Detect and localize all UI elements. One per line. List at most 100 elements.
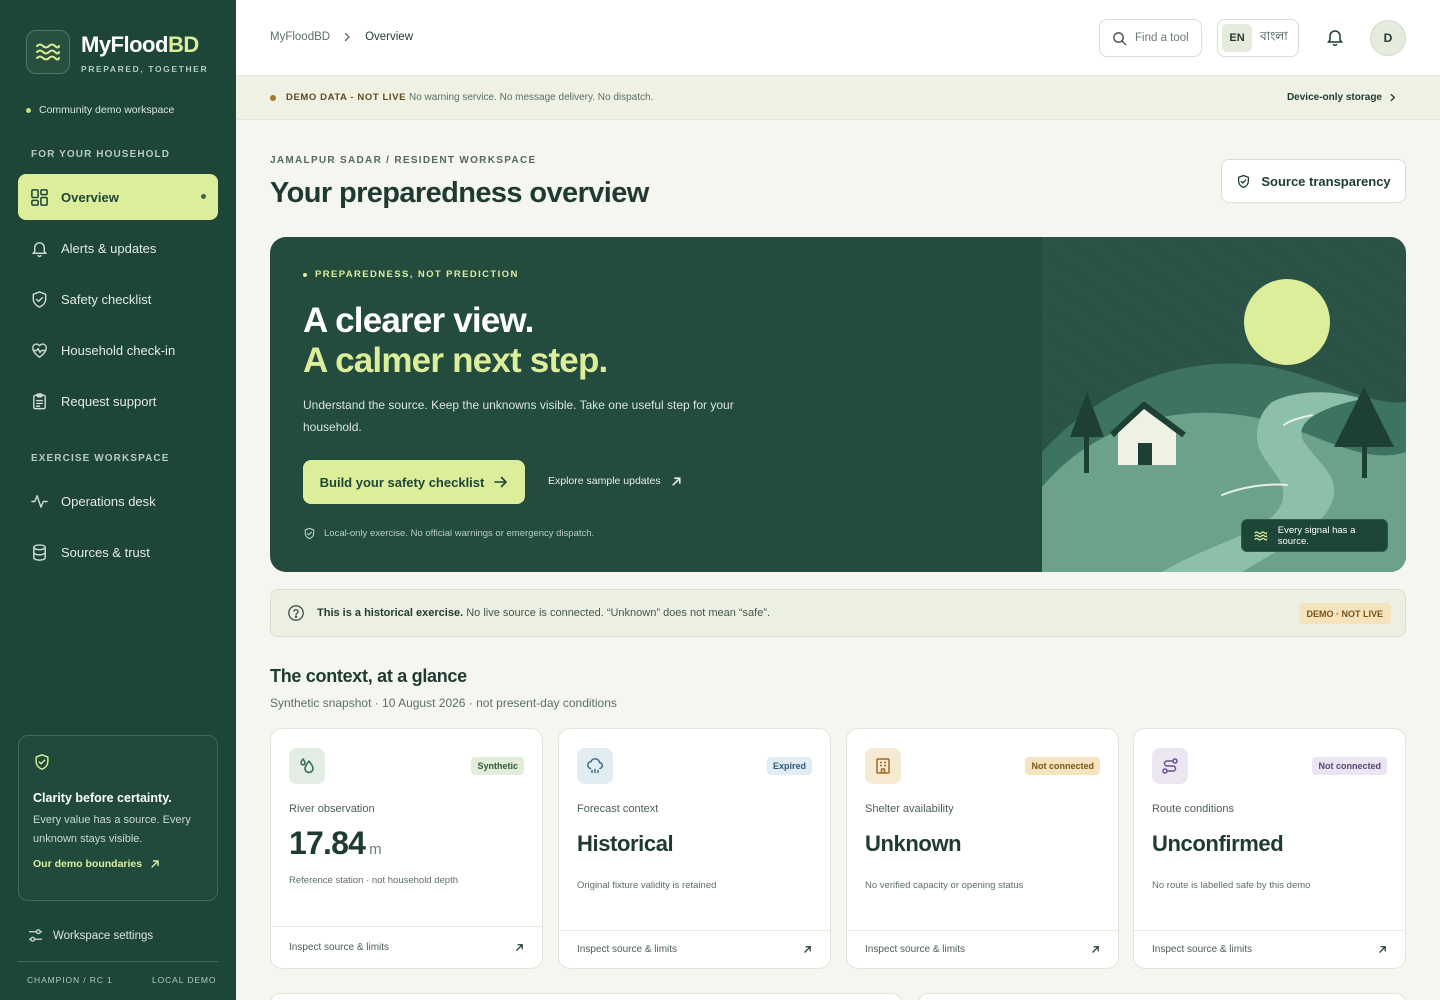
hero-eyebrow: PREPAREDNESS, NOT PREDICTION bbox=[303, 269, 519, 280]
section-exercise: EXERCISE WORKSPACE bbox=[31, 453, 170, 464]
sidebar-item-operations-desk[interactable]: Operations desk bbox=[18, 478, 218, 524]
card-label: River observation bbox=[289, 803, 375, 815]
sliders-icon bbox=[28, 929, 43, 942]
lang-en-button[interactable]: EN bbox=[1222, 24, 1252, 52]
question-circle-icon bbox=[288, 605, 304, 621]
sidebar-item-request-support[interactable]: Request support bbox=[18, 378, 218, 424]
chevron-right-icon bbox=[1390, 93, 1396, 102]
find-tool-search[interactable]: Find a tool bbox=[1099, 19, 1202, 57]
arrow-up-right-icon bbox=[672, 476, 681, 486]
card-value: Unknown bbox=[865, 831, 962, 856]
inspect-source-link[interactable]: Inspect source & limits bbox=[1134, 930, 1405, 968]
top-bar: MyFloodBD Overview Find a tool EN বাংলা … bbox=[236, 0, 1440, 76]
database-icon bbox=[33, 543, 46, 561]
clarity-card: Clarity before certainty. Every value ha… bbox=[18, 735, 218, 901]
status-badge: Not connected bbox=[1025, 757, 1100, 775]
shield-check-icon bbox=[1238, 174, 1250, 188]
sidebar-item-label: Safety checklist bbox=[61, 291, 152, 307]
route-icon bbox=[1152, 748, 1188, 784]
language-switcher: EN বাংলা bbox=[1217, 19, 1299, 57]
inspect-source-link[interactable]: Inspect source & limits bbox=[271, 926, 542, 968]
status-badge: Not connected bbox=[1312, 757, 1387, 775]
location-eyebrow: JAMALPUR SADAR / RESIDENT WORKSPACE bbox=[270, 155, 537, 166]
inspect-source-link[interactable]: Inspect source & limits bbox=[559, 930, 830, 968]
bell-icon bbox=[31, 241, 48, 257]
card-value: Historical bbox=[577, 831, 674, 856]
banner-text: No live source is connected. “Unknown” d… bbox=[466, 607, 771, 619]
status-badge: Synthetic bbox=[471, 757, 524, 775]
card-fine-print: Original fixture validity is retained bbox=[577, 880, 717, 891]
lang-bn-button[interactable]: বাংলা bbox=[1260, 28, 1288, 48]
logo-waves-icon[interactable] bbox=[26, 30, 70, 74]
waves-icon bbox=[1254, 530, 1268, 541]
context-subtitle: Synthetic snapshot · 10 August 2026 · no… bbox=[270, 696, 617, 710]
arrow-up-right-icon bbox=[1379, 946, 1386, 953]
sidebar: MyFloodBD PREPARED, TOGETHER Community d… bbox=[0, 0, 236, 1000]
sidebar-item-sources-trust[interactable]: Sources & trust bbox=[18, 529, 218, 575]
sidebar-item-household-checkin[interactable]: Household check-in bbox=[18, 327, 218, 373]
brand-name[interactable]: MyFloodBD bbox=[81, 32, 199, 58]
hero-headline: A clearer view. bbox=[303, 301, 534, 340]
notifications-bell-icon[interactable] bbox=[1325, 27, 1345, 52]
context-title: The context, at a glance bbox=[270, 666, 467, 686]
arrow-up-right-icon bbox=[1092, 946, 1099, 953]
card-label: Forecast context bbox=[577, 803, 659, 815]
river-observation-card[interactable]: Synthetic River observation 17.84 m Refer… bbox=[270, 728, 543, 969]
demo-not-live-badge: DEMO · NOT LIVE bbox=[1298, 603, 1391, 624]
shield-check-icon bbox=[304, 527, 315, 540]
shield-check-icon bbox=[32, 290, 47, 308]
arrow-up-right-icon bbox=[804, 946, 811, 953]
chevron-right-icon bbox=[344, 32, 351, 42]
card-value: Unconfirmed bbox=[1152, 831, 1284, 856]
card-fine-print: No verified capacity or opening status bbox=[865, 880, 1024, 891]
sidebar-item-label: Operations desk bbox=[61, 493, 156, 509]
demo-data-text: No warning service. No message delivery.… bbox=[409, 92, 654, 103]
explore-updates-link[interactable]: Explore sample updates bbox=[548, 475, 682, 487]
historical-exercise-banner: This is a historical exercise. No live s… bbox=[270, 589, 1406, 637]
activity-icon bbox=[31, 494, 48, 508]
sidebar-item-safety-checklist[interactable]: Safety checklist bbox=[18, 276, 218, 322]
workspace-dot-icon bbox=[26, 107, 31, 113]
breadcrumb-root[interactable]: MyFloodBD bbox=[270, 31, 330, 43]
demo-data-strip: DEMO DATA - NOT LIVE No warning service.… bbox=[236, 76, 1440, 120]
workspace-settings-link[interactable]: Workspace settings bbox=[28, 928, 153, 943]
card-label: Route conditions bbox=[1152, 803, 1234, 815]
workspace-label: Community demo workspace bbox=[26, 104, 174, 116]
card-label: Shelter availability bbox=[865, 803, 954, 815]
status-badge: Expired bbox=[766, 757, 812, 775]
sidebar-item-overview[interactable]: Overview bbox=[18, 174, 218, 220]
shield-check-icon bbox=[35, 754, 49, 770]
page-title: Your preparedness overview bbox=[270, 177, 649, 209]
hero-note: Local-only exercise. No official warning… bbox=[303, 527, 594, 540]
every-signal-badge[interactable]: Every signal has a source. bbox=[1241, 519, 1388, 552]
status-dot-icon bbox=[270, 94, 276, 101]
card-value: 17.84 m bbox=[289, 825, 382, 861]
demo-boundaries-link[interactable]: Our demo boundaries bbox=[33, 858, 203, 870]
sidebar-item-label: Request support bbox=[61, 393, 157, 409]
dashboard-icon bbox=[31, 188, 48, 206]
clarity-desc: Every value has a source. Every unknown … bbox=[33, 814, 191, 845]
forecast-context-card[interactable]: Expired Forecast context Historical Orig… bbox=[558, 728, 831, 969]
device-storage-link[interactable]: Device-only storage bbox=[1287, 92, 1396, 103]
active-dot-icon bbox=[201, 194, 206, 199]
hero-headline-accent: A calmer next step. bbox=[303, 341, 608, 380]
sidebar-item-label: Alerts & updates bbox=[61, 240, 157, 256]
mode-label: LOCAL DEMO bbox=[152, 975, 217, 985]
breadcrumb-current: Overview bbox=[365, 31, 414, 43]
inspect-source-link[interactable]: Inspect source & limits bbox=[847, 930, 1118, 968]
build-checklist-button[interactable]: Build your safety checklist bbox=[303, 460, 525, 504]
shelter-availability-card[interactable]: Not connected Shelter availability Unkno… bbox=[846, 728, 1119, 969]
water-drops-icon bbox=[289, 748, 325, 784]
breadcrumb: MyFloodBD Overview bbox=[270, 31, 413, 43]
eyebrow-dot-icon bbox=[303, 272, 307, 277]
sidebar-divider bbox=[18, 961, 218, 962]
building-icon bbox=[865, 748, 901, 784]
next-section-card bbox=[918, 993, 1406, 1000]
sidebar-item-alerts[interactable]: Alerts & updates bbox=[18, 225, 218, 271]
card-fine-print: Reference station · not household depth bbox=[289, 875, 459, 886]
arrow-up-right-icon bbox=[516, 944, 523, 951]
source-transparency-button[interactable]: Source transparency bbox=[1221, 159, 1406, 203]
avatar[interactable]: D bbox=[1370, 20, 1406, 56]
route-conditions-card[interactable]: Not connected Route conditions Unconfirm… bbox=[1133, 728, 1406, 969]
release-label: CHAMPION / RC 1 bbox=[27, 975, 113, 985]
